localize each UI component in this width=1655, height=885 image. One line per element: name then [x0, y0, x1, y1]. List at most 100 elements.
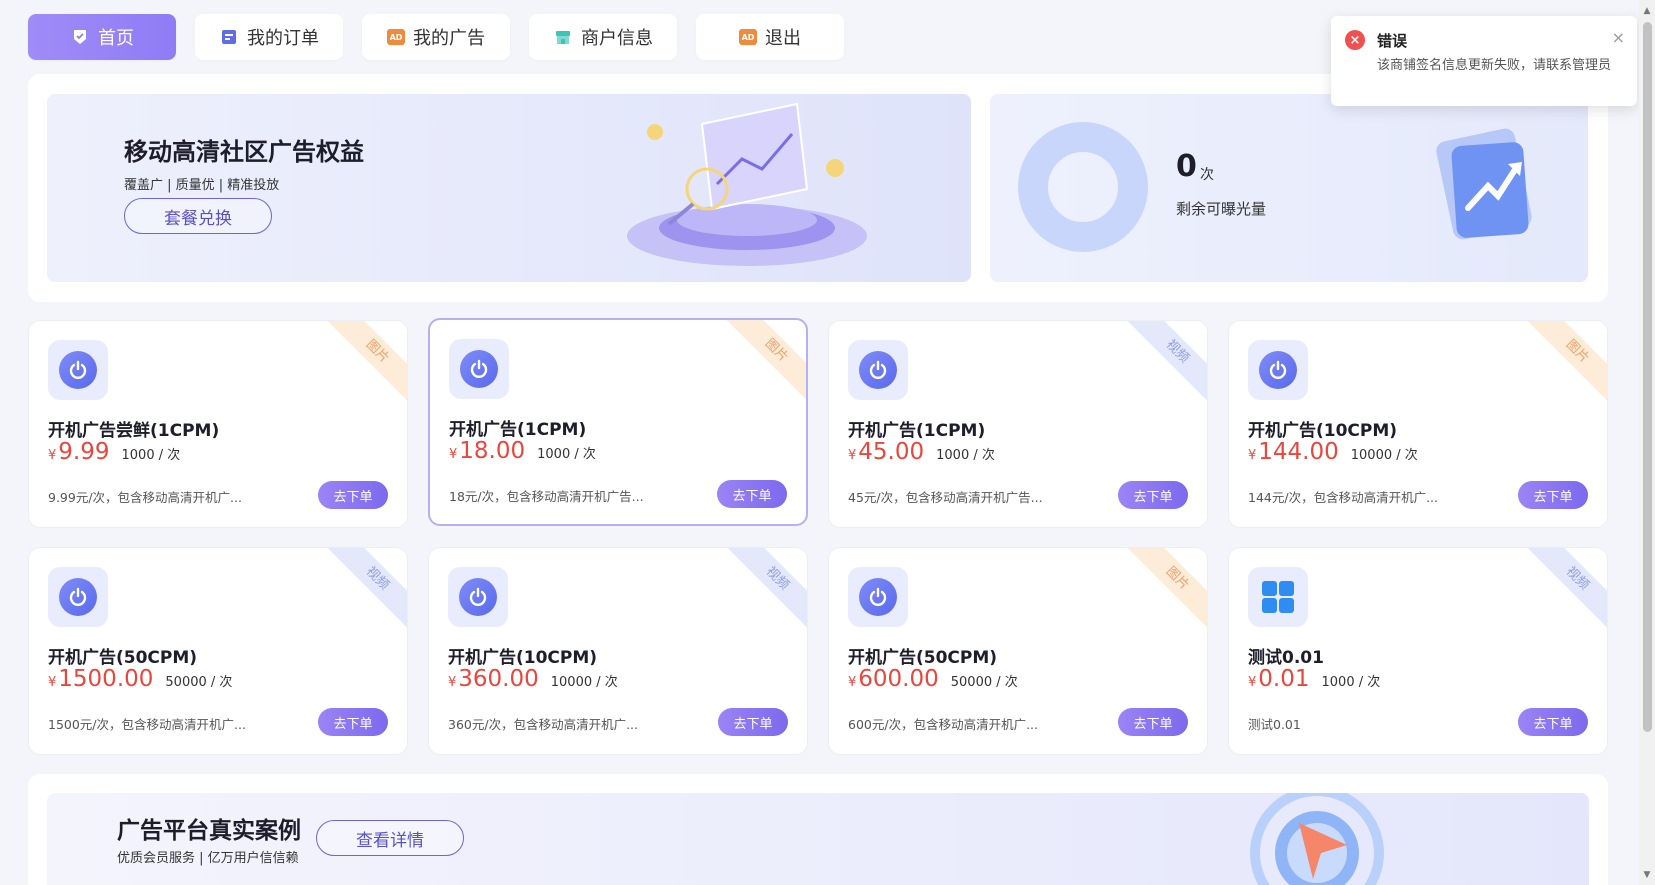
remaining-exposure-label: 剩余可曝光量	[1176, 200, 1267, 218]
trend-up-icon	[1436, 128, 1532, 240]
vertical-scrollbar[interactable]: ▲ ▼	[1639, 0, 1655, 885]
media-tag-label: 视频	[1527, 548, 1607, 628]
product-unit: 1000 / 次	[1321, 675, 1381, 690]
error-icon: ×	[1345, 30, 1365, 50]
product-title: 开机广告尝鲜(1CPM)	[48, 421, 220, 441]
nav-logout[interactable]: AD 退出	[696, 14, 844, 60]
power-icon	[449, 339, 509, 399]
package-redeem-button[interactable]: 套餐兑换	[124, 198, 272, 234]
price-row: ¥9.99 1000 / 次	[48, 439, 180, 465]
nav-home-label: 首页	[98, 28, 134, 49]
media-tag-label: 视频	[727, 548, 807, 628]
product-unit: 10000 / 次	[550, 675, 618, 690]
price-row: ¥45.00 1000 / 次	[848, 439, 995, 465]
price-row: ¥600.00 50000 / 次	[848, 666, 1018, 692]
product-card[interactable]: 视频 开机广告(1CPM) ¥45.00 1000 / 次 45元/次，包含移动高…	[828, 320, 1208, 528]
product-description: 18元/次，包含移动高清开机广告...	[449, 489, 644, 504]
product-card[interactable]: 图片 开机广告(1CPM) ¥18.00 1000 / 次 18元/次，包含移动高…	[428, 318, 808, 526]
nav-orders[interactable]: 我的订单	[195, 14, 343, 60]
place-order-button[interactable]: 去下单	[718, 708, 788, 736]
nav-home[interactable]: 首页	[28, 14, 176, 60]
product-title: 开机广告(1CPM)	[848, 421, 986, 441]
place-order-button[interactable]: 去下单	[318, 481, 388, 509]
product-description: 360元/次，包含移动高清开机广...	[448, 717, 638, 732]
header-panel: 移动高清社区广告权益 覆盖广 | 质量优 | 精准投放 套餐兑换 0 次 剩余可…	[28, 74, 1608, 302]
currency-symbol: ¥	[848, 675, 857, 690]
power-icon	[848, 567, 908, 627]
scroll-down-icon[interactable]: ▼	[1642, 870, 1652, 880]
product-title: 开机广告(1CPM)	[449, 420, 587, 440]
view-details-button[interactable]: 查看详情	[316, 820, 464, 856]
product-title: 开机广告(50CPM)	[48, 648, 198, 668]
product-price: 600.00	[858, 666, 939, 692]
product-card[interactable]: 视频 测试0.01 ¥0.01 1000 / 次 测试0.01 去下单	[1228, 547, 1608, 755]
place-order-button[interactable]: 去下单	[1518, 708, 1588, 736]
power-icon	[1248, 340, 1308, 400]
media-tag-label: 图片	[327, 321, 407, 401]
product-card[interactable]: 视频 开机广告(50CPM) ¥1500.00 50000 / 次 1500元/次…	[28, 547, 408, 755]
product-price: 18.00	[459, 438, 526, 464]
product-description: 144元/次，包含移动高清开机广...	[1248, 490, 1438, 505]
toast-message: 该商铺签名信息更新失败，请联系管理员	[1377, 58, 1612, 73]
remaining-exposure-value: 0	[1176, 149, 1197, 184]
media-tag-label: 图片	[1527, 321, 1607, 401]
store-icon	[553, 27, 573, 47]
product-price: 9.99	[58, 439, 110, 465]
cursor-target-illustration	[1250, 793, 1384, 885]
power-icon	[448, 567, 508, 627]
product-unit: 10000 / 次	[1350, 448, 1418, 463]
power-icon	[48, 567, 108, 627]
product-description: 600元/次，包含移动高清开机广...	[848, 717, 1038, 732]
nav-merchant-info[interactable]: 商户信息	[529, 14, 677, 60]
product-price: 1500.00	[58, 666, 154, 692]
error-toast: × 错误 该商铺签名信息更新失败，请联系管理员 ×	[1331, 16, 1637, 106]
hero-banner: 移动高清社区广告权益 覆盖广 | 质量优 | 精准投放 套餐兑换	[47, 94, 971, 282]
product-card[interactable]: 图片 开机广告(50CPM) ¥600.00 50000 / 次 600元/次，包…	[828, 547, 1208, 755]
product-card[interactable]: 图片 开机广告尝鲜(1CPM) ¥9.99 1000 / 次 9.99元/次，包含…	[28, 320, 408, 528]
place-order-button[interactable]: 去下单	[717, 480, 787, 508]
place-order-button[interactable]: 去下单	[1518, 481, 1588, 509]
place-order-button[interactable]: 去下单	[1118, 481, 1188, 509]
media-tag: 图片	[726, 320, 806, 400]
product-card[interactable]: 视频 开机广告(10CPM) ¥360.00 10000 / 次 360元/次，包…	[428, 547, 808, 755]
product-unit: 1000 / 次	[121, 448, 181, 463]
place-order-button[interactable]: 去下单	[318, 708, 388, 736]
scrollbar-thumb[interactable]	[1643, 22, 1652, 732]
nav-my-ads[interactable]: AD 我的广告	[362, 14, 510, 60]
power-icon	[48, 340, 108, 400]
place-order-button[interactable]: 去下单	[1118, 708, 1188, 736]
media-tag: 图片	[1527, 321, 1607, 401]
currency-symbol: ¥	[448, 675, 457, 690]
price-row: ¥0.01 1000 / 次	[1248, 666, 1380, 692]
product-title: 开机广告(10CPM)	[1248, 421, 1398, 441]
case-banner: 广告平台真实案例 优质会员服务 | 亿万用户信信赖 查看详情	[47, 793, 1589, 885]
product-price: 144.00	[1258, 439, 1339, 465]
power-icon	[848, 340, 908, 400]
media-tag-label: 图片	[1127, 548, 1207, 628]
close-icon[interactable]: ×	[1612, 28, 1625, 47]
currency-symbol: ¥	[48, 448, 57, 463]
currency-symbol: ¥	[1248, 448, 1257, 463]
media-tag: 视频	[327, 548, 407, 628]
currency-symbol: ¥	[848, 448, 857, 463]
nav-logout-label: 退出	[765, 28, 801, 49]
product-unit: 50000 / 次	[950, 675, 1018, 690]
media-tag: 视频	[1527, 548, 1607, 628]
price-row: ¥18.00 1000 / 次	[449, 438, 596, 464]
product-card[interactable]: 图片 开机广告(10CPM) ¥144.00 10000 / 次 144元/次，包…	[1228, 320, 1608, 528]
product-description: 9.99元/次，包含移动高清开机广...	[48, 490, 242, 505]
product-price: 45.00	[858, 439, 925, 465]
product-unit: 1000 / 次	[537, 447, 596, 462]
product-title: 开机广告(10CPM)	[448, 648, 598, 668]
hero-subtitle: 覆盖广 | 质量优 | 精准投放	[124, 178, 280, 193]
price-row: ¥144.00 10000 / 次	[1248, 439, 1418, 465]
price-row: ¥1500.00 50000 / 次	[48, 666, 232, 692]
product-price: 0.01	[1258, 666, 1310, 692]
price-row: ¥360.00 10000 / 次	[448, 666, 618, 692]
media-tag: 视频	[727, 548, 807, 628]
scroll-up-icon[interactable]: ▲	[1642, 6, 1652, 16]
media-tag: 图片	[327, 321, 407, 401]
top-nav: 首页 我的订单 AD 我的广告 商户信息 AD 退出	[28, 14, 844, 60]
product-description: 45元/次，包含移动高清开机广告...	[848, 490, 1043, 505]
toast-title: 错误	[1377, 32, 1408, 50]
